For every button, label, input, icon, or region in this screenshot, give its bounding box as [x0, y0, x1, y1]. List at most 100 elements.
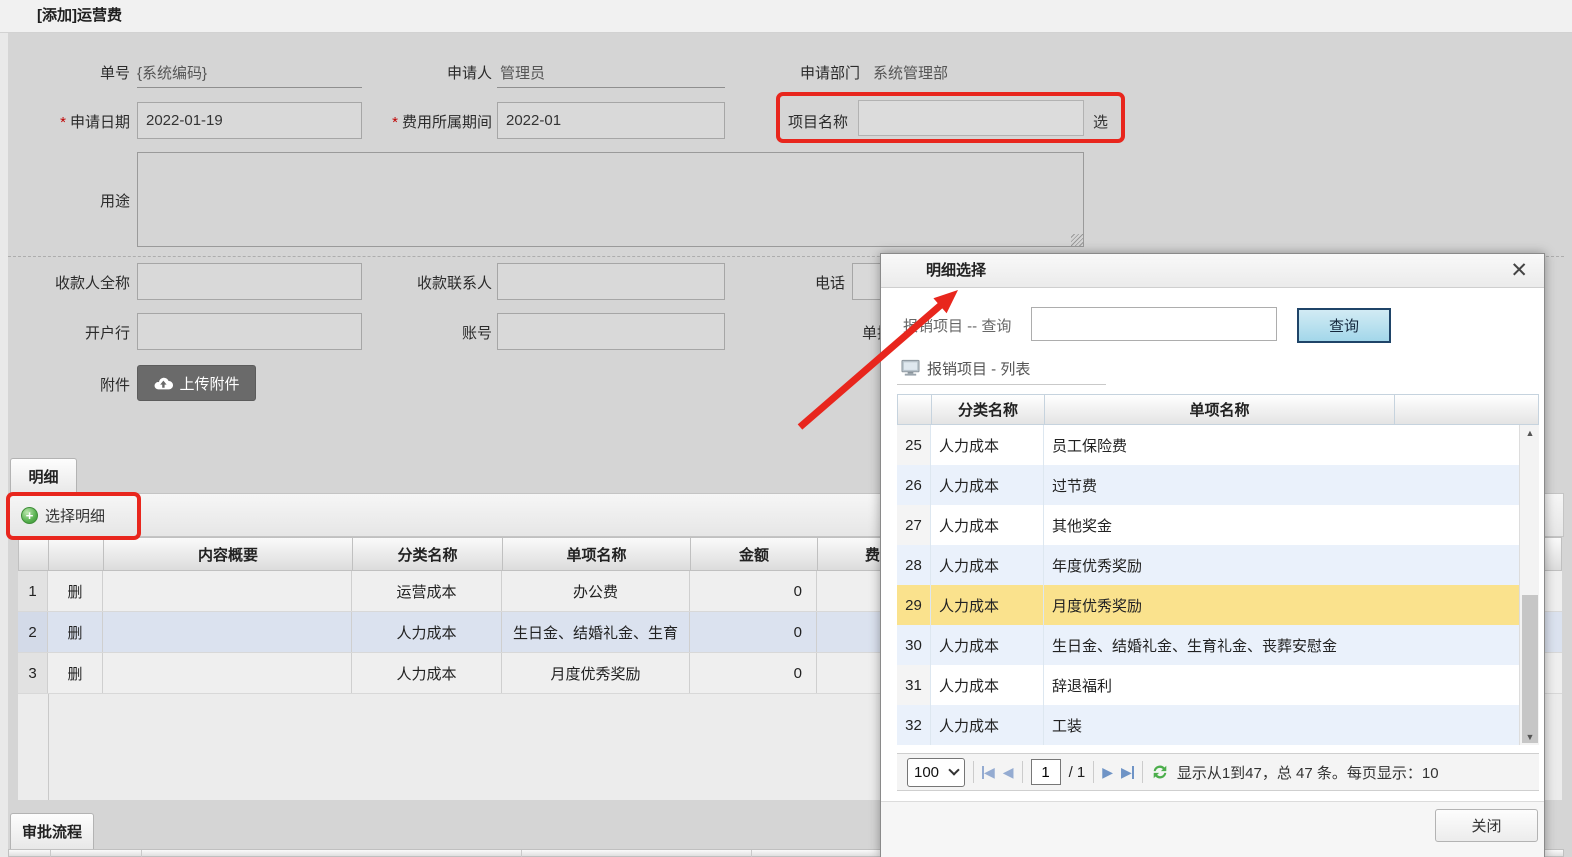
- cell-item: 工装: [1044, 705, 1394, 745]
- search-input[interactable]: [1031, 307, 1277, 341]
- account-label: 账号: [438, 322, 492, 343]
- list-item[interactable]: 26 人力成本 过节费: [897, 465, 1519, 505]
- scrollbar-thumb[interactable]: [1522, 595, 1538, 743]
- purpose-textarea[interactable]: [137, 152, 1084, 247]
- row-number: 27: [897, 505, 931, 545]
- cell-summary: [103, 612, 352, 652]
- delete-row-link[interactable]: 删: [48, 571, 103, 611]
- list-title: 报销项目 - 列表: [927, 358, 1030, 379]
- project-picker-link[interactable]: 选: [1093, 111, 1108, 132]
- applicant-label: 申请人: [380, 62, 492, 83]
- cell-item: 月度优秀奖励: [1044, 585, 1394, 625]
- payee-input[interactable]: [137, 263, 362, 300]
- apply-date-label: *申请日期: [10, 111, 130, 132]
- scroll-down-icon[interactable]: ▼: [1520, 729, 1540, 745]
- cell-category: 人力成本: [931, 705, 1044, 745]
- applicant-value: 管理员: [500, 62, 545, 83]
- add-icon: +: [21, 507, 38, 524]
- row-number: 26: [897, 465, 931, 505]
- scroll-up-icon[interactable]: ▲: [1520, 425, 1540, 441]
- cell-item: 辞退福利: [1044, 665, 1394, 705]
- last-page-button[interactable]: ▶: [1121, 764, 1134, 781]
- close-button[interactable]: 关闭: [1435, 809, 1538, 842]
- applicant-underline: [497, 87, 725, 88]
- row-number: 1: [18, 571, 48, 611]
- period-label: *费用所属期间: [320, 111, 492, 132]
- purpose-label: 用途: [98, 190, 130, 211]
- required-mark: *: [392, 114, 398, 131]
- cell-item: 生日金、结婚礼金、生育礼金、丧葬安慰金: [1044, 625, 1394, 665]
- header-row-number: [898, 395, 932, 424]
- pagination-status: 显示从1到47，总 47 条。每页显示：10: [1177, 762, 1439, 783]
- list-item-selected[interactable]: 29 人力成本 月度优秀奖励: [897, 585, 1519, 625]
- attachment-label: 附件: [75, 374, 130, 395]
- next-page-button[interactable]: ▶: [1102, 764, 1113, 781]
- project-name-input[interactable]: [858, 100, 1084, 136]
- page-size-select[interactable]: 100: [907, 758, 965, 787]
- first-page-button[interactable]: ◀: [982, 764, 995, 781]
- header-item: 单项名称: [503, 538, 691, 570]
- list-item[interactable]: 31 人力成本 辞退福利: [897, 665, 1519, 705]
- page-number-input[interactable]: [1031, 759, 1061, 785]
- cell-amount: 0: [690, 653, 817, 693]
- header-row-number: [19, 538, 49, 570]
- refresh-icon[interactable]: [1151, 763, 1169, 781]
- cell-category: 人力成本: [931, 425, 1044, 465]
- required-mark: *: [60, 114, 66, 131]
- cell-category: 人力成本: [931, 545, 1044, 585]
- tab-approval-flow[interactable]: 审批流程: [10, 813, 94, 849]
- list-item[interactable]: 27 人力成本 其他奖金: [897, 505, 1519, 545]
- cell-amount: 0: [690, 571, 817, 611]
- close-icon[interactable]: ✕: [1510, 258, 1528, 283]
- column-divider: [48, 694, 49, 800]
- dialog-title: 明细选择: [926, 254, 986, 287]
- cell-category: 人力成本: [931, 465, 1044, 505]
- department-label: 申请部门: [756, 62, 860, 83]
- payee-label: 收款人全称: [30, 272, 130, 293]
- cell-item: 年度优秀奖励: [1044, 545, 1394, 585]
- list-item[interactable]: 30 人力成本 生日金、结婚礼金、生育礼金、丧葬安慰金: [897, 625, 1519, 665]
- cell-category: 人力成本: [352, 612, 502, 652]
- row-number: 28: [897, 545, 931, 585]
- query-button[interactable]: 查询: [1297, 308, 1391, 343]
- department-value: 系统管理部: [873, 62, 948, 83]
- header-category: 分类名称: [353, 538, 503, 570]
- upload-attachment-button[interactable]: 上传附件: [137, 365, 256, 401]
- cell-category: 人力成本: [931, 625, 1044, 665]
- bank-input[interactable]: [137, 313, 362, 350]
- header-summary: 内容概要: [104, 538, 353, 570]
- chevron-down-icon: [948, 764, 959, 775]
- cell-category: 运营成本: [352, 571, 502, 611]
- payee-contact-input[interactable]: [497, 263, 725, 300]
- row-number: 31: [897, 665, 931, 705]
- left-edge: [0, 33, 8, 857]
- header-item: 单项名称: [1045, 395, 1395, 424]
- row-number: 30: [897, 625, 931, 665]
- row-number: 32: [897, 705, 931, 745]
- header-delete: [49, 538, 104, 570]
- list-scrollbar[interactable]: ▲ ▼: [1519, 425, 1539, 745]
- cell-item: 其他奖金: [1044, 505, 1394, 545]
- list-item[interactable]: 28 人力成本 年度优秀奖励: [897, 545, 1519, 585]
- list-item[interactable]: 32 人力成本 工装: [897, 705, 1519, 745]
- page-title: [添加]运营费: [37, 0, 122, 32]
- select-detail-button[interactable]: + 选择明细: [21, 505, 105, 526]
- period-input[interactable]: [497, 102, 725, 139]
- cloud-upload-icon: [153, 375, 173, 391]
- cell-amount: 0: [690, 612, 817, 652]
- row-number: 2: [18, 612, 48, 652]
- resize-handle-icon[interactable]: [1071, 234, 1083, 246]
- prev-page-button[interactable]: ◀: [1003, 764, 1014, 781]
- phone-label: 电话: [793, 272, 845, 293]
- tab-detail[interactable]: 明细: [10, 458, 77, 494]
- order-no-value: {系统编码}: [137, 62, 207, 83]
- dialog-titlebar: 明细选择: [881, 254, 1544, 288]
- list-icon: [901, 359, 920, 377]
- list-item[interactable]: 25 人力成本 员工保险费: [897, 425, 1519, 465]
- project-name-label: 项目名称: [788, 111, 854, 132]
- account-input[interactable]: [497, 313, 725, 350]
- cell-summary: [103, 653, 352, 693]
- row-number: 25: [897, 425, 931, 465]
- delete-row-link[interactable]: 删: [48, 612, 103, 652]
- delete-row-link[interactable]: 删: [48, 653, 103, 693]
